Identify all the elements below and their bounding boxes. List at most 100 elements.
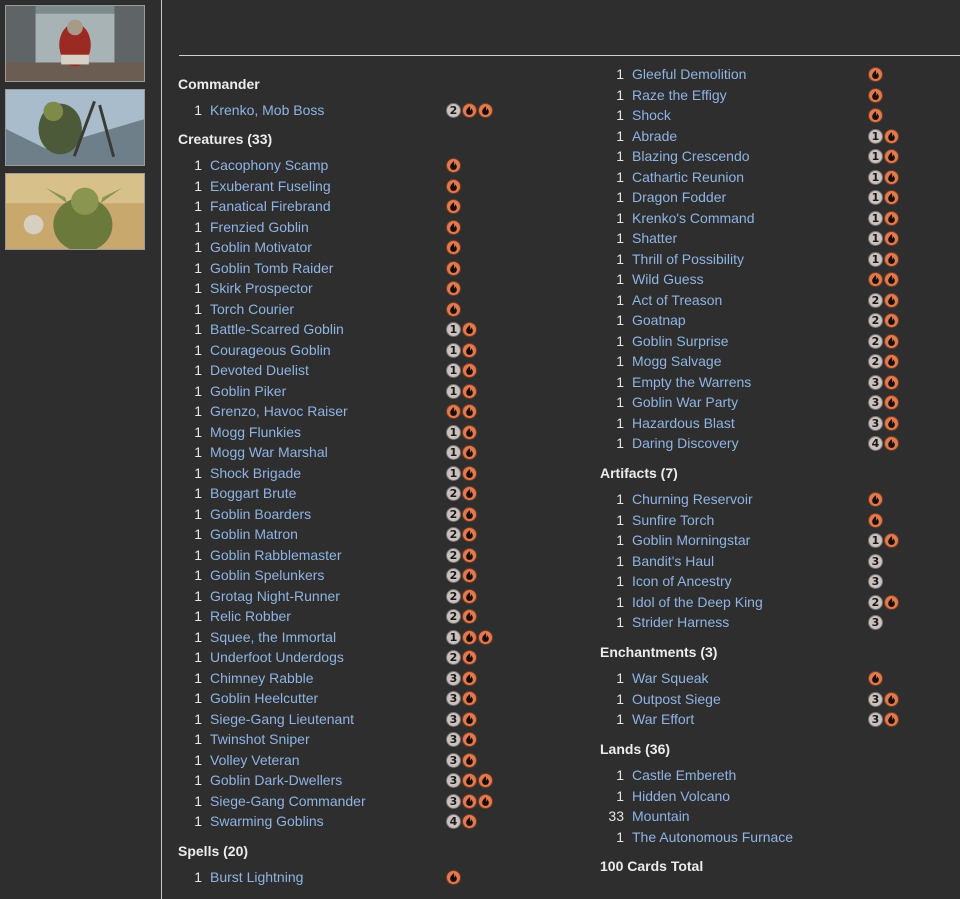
card-row: 1 Idol of the Deep King 2 — [600, 592, 930, 613]
card-name-link[interactable]: Siege-Gang Lieutenant — [210, 709, 354, 730]
card-name-link[interactable]: Underfoot Underdogs — [210, 647, 344, 668]
generic-mana-icon: 2 — [446, 527, 461, 542]
card-name-link[interactable]: Icon of Ancestry — [632, 571, 732, 592]
card-name-link[interactable]: Goblin War Party — [632, 392, 738, 413]
card-name-link[interactable]: Dragon Fodder — [632, 187, 726, 208]
mana-cost: 1 — [446, 445, 477, 460]
mana-cost: 1 — [868, 251, 899, 267]
card-name-link[interactable]: Goblin Heelcutter — [210, 688, 318, 709]
card-row: 1 Icon of Ancestry 3 — [600, 571, 930, 592]
card-name-link[interactable]: Squee, the Immortal — [210, 627, 336, 648]
card-row: 33 Mountain — [600, 806, 930, 827]
card-name-link[interactable]: Sunfire Torch — [632, 510, 714, 531]
mana-cost — [446, 301, 461, 317]
card-name-link[interactable]: Torch Courier — [210, 299, 294, 320]
card-name-link[interactable]: Frenzied Goblin — [210, 217, 309, 238]
red-mana-icon — [478, 793, 493, 809]
card-name-link[interactable]: Swarming Goblins — [210, 811, 324, 832]
card-name-link[interactable]: Act of Treason — [632, 290, 722, 311]
card-name-link[interactable]: Abrade — [632, 126, 677, 147]
red-mana-icon — [868, 272, 883, 287]
card-name-link[interactable]: Churning Reservoir — [632, 489, 753, 510]
card-name-link[interactable]: Goatnap — [632, 310, 686, 331]
card-name-link[interactable]: The Autonomous Furnace — [632, 827, 793, 848]
card-name-link[interactable]: Goblin Boarders — [210, 504, 311, 525]
card-name-link[interactable]: Twinshot Sniper — [210, 729, 310, 750]
card-name-link[interactable]: Grenzo, Havoc Raiser — [210, 401, 348, 422]
card-name-link[interactable]: Krenko, Mob Boss — [210, 100, 324, 121]
card-name-link[interactable]: Burst Lightning — [210, 867, 303, 888]
card-name-link[interactable]: Shatter — [632, 228, 677, 249]
red-mana-icon — [446, 281, 461, 296]
card-name-link[interactable]: Outpost Siege — [632, 689, 721, 710]
card-art-thumbnail-3[interactable] — [5, 173, 145, 250]
card-name-link[interactable]: Devoted Duelist — [210, 360, 309, 381]
red-mana-icon — [446, 240, 461, 255]
generic-mana-icon: 1 — [868, 190, 883, 205]
card-name-link[interactable]: Siege-Gang Commander — [210, 791, 366, 812]
card-name-link[interactable]: Grotag Night-Runner — [210, 586, 340, 607]
card-art-thumbnail-2[interactable] — [5, 89, 145, 166]
mana-cost — [868, 512, 883, 528]
generic-mana-icon: 3 — [446, 773, 461, 788]
card-name-link[interactable]: Wild Guess — [632, 269, 704, 290]
card-name-link[interactable]: War Effort — [632, 709, 694, 730]
card-name-link[interactable]: Cathartic Reunion — [632, 167, 744, 188]
card-name-link[interactable]: Courageous Goblin — [210, 340, 331, 361]
card-name-link[interactable]: Goblin Surprise — [632, 331, 729, 352]
card-name-link[interactable]: Castle Embereth — [632, 765, 736, 786]
card-name-link[interactable]: Hazardous Blast — [632, 413, 735, 434]
card-quantity: 1 — [194, 587, 202, 604]
card-name-link[interactable]: Goblin Dark-Dwellers — [210, 770, 342, 791]
card-name-link[interactable]: Fanatical Firebrand — [210, 196, 331, 217]
card-name-link[interactable]: Boggart Brute — [210, 483, 296, 504]
card-name-link[interactable]: Shock Brigade — [210, 463, 301, 484]
card-name-link[interactable]: Mountain — [632, 806, 690, 827]
card-row: 1 Squee, the Immortal 1 — [178, 627, 518, 648]
card-name-link[interactable]: Exuberant Fuseling — [210, 176, 331, 197]
card-name-link[interactable]: Battle-Scarred Goblin — [210, 319, 344, 340]
card-name-link[interactable]: Strider Harness — [632, 612, 729, 633]
card-name-link[interactable]: Goblin Piker — [210, 381, 286, 402]
card-name-link[interactable]: Gleeful Demolition — [632, 64, 746, 85]
card-name-link[interactable]: Goblin Matron — [210, 524, 298, 545]
card-name-link[interactable]: Goblin Tomb Raider — [210, 258, 333, 279]
mana-cost: 1 — [446, 629, 493, 645]
card-name-link[interactable]: Goblin Motivator — [210, 237, 312, 258]
card-name-link[interactable]: War Squeak — [632, 668, 709, 689]
card-name-link[interactable]: Goblin Rabblemaster — [210, 545, 342, 566]
card-name-link[interactable]: Daring Discovery — [632, 433, 739, 454]
card-name-link[interactable]: Krenko's Command — [632, 208, 755, 229]
card-quantity: 1 — [616, 107, 624, 123]
card-row: 1 Krenko's Command 1 — [600, 208, 930, 229]
generic-mana-icon: 3 — [868, 395, 883, 410]
card-name-link[interactable]: Raze the Effigy — [632, 85, 727, 106]
card-name-link[interactable]: Mogg Flunkies — [210, 422, 301, 443]
generic-mana-icon: 2 — [446, 609, 461, 624]
card-quantity: 1 — [616, 593, 624, 610]
card-art-thumbnail-1[interactable] — [5, 5, 145, 82]
card-name-link[interactable]: Chimney Rabble — [210, 668, 314, 689]
section-heading: Spells (20) — [178, 843, 249, 859]
mana-cost: 1 — [868, 169, 899, 185]
card-name-link[interactable]: Cacophony Scamp — [210, 155, 328, 176]
card-row: 1 Chimney Rabble 3 — [178, 668, 518, 689]
card-name-link[interactable]: Empty the Warrens — [632, 372, 751, 393]
card-name-link[interactable]: Bandit's Haul — [632, 551, 714, 572]
card-name-link[interactable]: Volley Veteran — [210, 750, 300, 771]
card-row: 1 Burst Lightning — [178, 867, 518, 888]
card-row: 1 Outpost Siege 3 — [600, 689, 930, 710]
card-name-link[interactable]: Hidden Volcano — [632, 786, 730, 807]
card-name-link[interactable]: Relic Robber — [210, 606, 291, 627]
card-name-link[interactable]: Skirk Prospector — [210, 278, 313, 299]
card-name-link[interactable]: Idol of the Deep King — [632, 592, 763, 613]
card-name-link[interactable]: Mogg War Marshal — [210, 442, 328, 463]
card-name-link[interactable]: Goblin Morningstar — [632, 530, 750, 551]
card-row: 1 Goblin Matron 2 — [178, 524, 518, 545]
card-row: 1 Twinshot Sniper 3 — [178, 729, 518, 750]
card-name-link[interactable]: Thrill of Possibility — [632, 249, 744, 270]
card-name-link[interactable]: Mogg Salvage — [632, 351, 722, 372]
card-name-link[interactable]: Shock — [632, 105, 671, 126]
card-name-link[interactable]: Goblin Spelunkers — [210, 565, 324, 586]
card-name-link[interactable]: Blazing Crescendo — [632, 146, 750, 167]
